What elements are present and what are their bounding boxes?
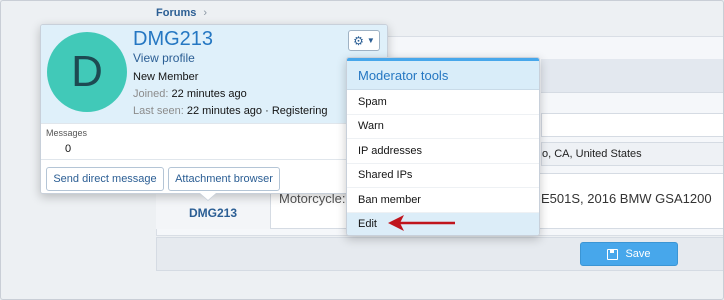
menu-item-spam[interactable]: Spam — [347, 90, 539, 115]
page-frame: Forums › o, CA, United States DMG213 Mot… — [0, 0, 724, 300]
member-card-header: D DMG213 View profile New Member Joined:… — [41, 25, 387, 123]
member-card-actions: Send direct message Attachment browser — [41, 159, 387, 193]
member-tooltip-card: D DMG213 View profile New Member Joined:… — [40, 24, 388, 194]
menu-item-ip-addresses[interactable]: IP addresses — [347, 139, 539, 164]
joined-info: Joined: 22 minutes ago — [133, 88, 247, 100]
member-username-link[interactable]: DMG213 — [133, 28, 213, 51]
tooltip-pointer — [200, 193, 216, 200]
save-disk-icon — [607, 248, 619, 260]
annotation-arrow-icon — [388, 215, 455, 231]
background-header-strip — [541, 59, 723, 93]
breadcrumb-forums-link[interactable]: Forums — [156, 7, 196, 19]
avatar-letter: D — [71, 47, 103, 96]
moderator-tools-menu: Moderator tools Spam Warn IP addresses S… — [346, 57, 540, 236]
view-profile-link[interactable]: View profile — [133, 51, 195, 65]
last-seen-info: Last seen: 22 minutes ago · Registering — [133, 105, 327, 117]
avatar[interactable]: D — [47, 32, 127, 112]
chevron-right-icon: › — [203, 7, 208, 19]
attachment-browser-button[interactable]: Attachment browser — [168, 167, 280, 191]
row-username-link[interactable]: DMG213 — [189, 206, 237, 220]
last-seen-value: 22 minutes ago · Registering — [186, 105, 328, 117]
moderator-tools-button[interactable]: ⚙ ▼ — [348, 30, 380, 51]
moderator-tools-title: Moderator tools — [347, 58, 539, 90]
gear-icon: ⚙ — [353, 33, 364, 48]
member-stats: Messages 0 — [41, 123, 387, 159]
save-button-label: Save — [625, 248, 651, 260]
background-field-row — [541, 113, 723, 137]
last-seen-label: Last seen: — [133, 105, 184, 117]
menu-item-ban-member[interactable]: Ban member — [347, 188, 539, 213]
save-button[interactable]: Save — [580, 242, 678, 266]
messages-count[interactable]: 0 — [65, 143, 71, 155]
joined-value: 22 minutes ago — [171, 88, 247, 100]
messages-label: Messages — [46, 128, 88, 138]
menu-item-shared-ips[interactable]: Shared IPs — [347, 164, 539, 188]
menu-item-warn[interactable]: Warn — [347, 115, 539, 139]
joined-label: Joined: — [133, 88, 169, 100]
user-title: New Member — [133, 71, 199, 83]
location-text: o, CA, United States — [542, 148, 642, 160]
send-direct-message-button[interactable]: Send direct message — [46, 167, 164, 191]
caret-down-icon: ▼ — [366, 36, 375, 45]
breadcrumb: Forums › — [156, 7, 207, 19]
motorcycle-value: E501S, 2016 BMW GSA1200 — [541, 191, 712, 206]
